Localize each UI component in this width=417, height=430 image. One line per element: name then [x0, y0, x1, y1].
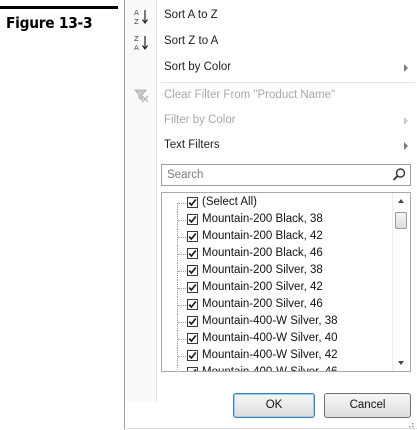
- search-box: [161, 164, 411, 186]
- sort-ascending-icon: A Z: [134, 9, 148, 26]
- tree-line: [178, 356, 186, 357]
- tree-line: [177, 203, 178, 212]
- list-item[interactable]: Mountain-200 Black, 46: [162, 246, 393, 263]
- checkmark-icon: [188, 215, 197, 224]
- checkmark-icon: [188, 334, 197, 343]
- tree-line: [178, 254, 186, 255]
- checkmark-icon: [188, 249, 197, 258]
- checkbox[interactable]: [187, 367, 198, 371]
- list-item[interactable]: Mountain-200 Silver, 38: [162, 263, 393, 280]
- list-item[interactable]: Mountain-400-W Silver, 40: [162, 331, 393, 348]
- list-item[interactable]: Mountain-200 Silver, 46: [162, 297, 393, 314]
- menu-item-label: Clear Filter From "Product Name": [164, 89, 336, 101]
- menu-bottom-border: [124, 428, 417, 429]
- checkmark-icon: [188, 266, 197, 275]
- resize-grip-icon[interactable]: [406, 420, 414, 428]
- tree-line: [178, 322, 186, 323]
- scroll-down-icon[interactable]: [398, 361, 404, 365]
- scroll-thumb[interactable]: [395, 212, 407, 229]
- checkbox[interactable]: [187, 197, 198, 208]
- magnifier-icon[interactable]: [391, 167, 407, 183]
- checkmark-icon: [188, 232, 197, 241]
- checkmark-icon: [188, 351, 197, 360]
- list-item-label: Mountain-200 Silver, 42: [202, 281, 323, 293]
- checkmark-icon: [188, 300, 197, 309]
- submenu-arrow-icon: [404, 64, 408, 72]
- list-item-label: Mountain-400-W Silver, 40: [202, 332, 338, 344]
- search-input[interactable]: [164, 166, 390, 184]
- sort-descending-icon: Z A: [134, 35, 148, 52]
- checkbox[interactable]: [187, 333, 198, 344]
- submenu-arrow-icon: [404, 117, 408, 125]
- list-item-label: Mountain-200 Silver, 38: [202, 264, 323, 276]
- menu-separator: [161, 82, 415, 83]
- list-item-label: Mountain-200 Black, 46: [202, 247, 323, 259]
- list-item[interactable]: Mountain-200 Black, 38: [162, 212, 393, 229]
- list-item-label: Mountain-400-W Silver, 42: [202, 349, 338, 361]
- checkbox[interactable]: [187, 282, 198, 293]
- tree-line: [177, 365, 178, 371]
- list-item-label: Mountain-200 Black, 42: [202, 230, 323, 242]
- svg-text:Z: Z: [134, 18, 139, 26]
- checkmark-icon: [188, 283, 197, 292]
- menu-icon-gutter: [125, 0, 157, 402]
- filter-value-list[interactable]: (Select All) Mountain-200 Black, 38 Mounta…: [161, 192, 411, 372]
- checkbox[interactable]: [187, 350, 198, 361]
- svg-text:A: A: [134, 44, 139, 52]
- figure-label: Figure 13-3: [6, 14, 93, 32]
- menu-item-sort-z-to-a[interactable]: Sort Z to A: [156, 30, 417, 54]
- ok-button[interactable]: OK: [233, 393, 315, 418]
- list-item[interactable]: Mountain-400-W Silver, 46: [162, 365, 393, 371]
- list-item-label: Mountain-400-W Silver, 38: [202, 315, 338, 327]
- menu-item-label: Sort by Color: [164, 61, 232, 73]
- checkbox[interactable]: [187, 214, 198, 225]
- tree-line: [178, 203, 186, 204]
- tree-line: [178, 237, 186, 238]
- list-item[interactable]: Mountain-400-W Silver, 42: [162, 348, 393, 365]
- menu-item-label: Text Filters: [164, 139, 220, 151]
- list-item[interactable]: Mountain-200 Black, 42: [162, 229, 393, 246]
- tree-line: [178, 288, 186, 289]
- submenu-arrow-icon: [404, 142, 408, 150]
- list-item[interactable]: Mountain-400-W Silver, 38: [162, 314, 393, 331]
- svg-text:Z: Z: [134, 35, 139, 43]
- menu-item-label: Sort A to Z: [164, 9, 218, 21]
- tree-line: [178, 339, 186, 340]
- checkmark-icon: [188, 198, 197, 207]
- list-item-label: (Select All): [202, 196, 257, 208]
- cancel-button[interactable]: Cancel: [324, 393, 411, 418]
- menu-item-label: Filter by Color: [164, 114, 236, 126]
- filter-value-rows: (Select All) Mountain-200 Black, 38 Mounta…: [162, 193, 393, 371]
- list-item-label: Mountain-200 Black, 38: [202, 213, 323, 225]
- scroll-up-icon[interactable]: [398, 199, 404, 203]
- checkbox[interactable]: [187, 316, 198, 327]
- tree-line: [178, 220, 186, 221]
- checkbox[interactable]: [187, 299, 198, 310]
- clear-filter-icon: [134, 89, 149, 103]
- menu-item-text-filters[interactable]: Text Filters: [156, 134, 417, 158]
- checkmark-icon: [193, 368, 197, 371]
- list-item-label: Mountain-200 Silver, 46: [202, 298, 323, 310]
- menu-item-label: Sort Z to A: [164, 35, 219, 47]
- tree-line: [178, 271, 186, 272]
- svg-text:A: A: [134, 9, 139, 17]
- list-item-label: Mountain-400-W Silver, 46: [202, 366, 338, 371]
- checkbox[interactable]: [187, 248, 198, 259]
- menu-item-clear-filter: Clear Filter From "Product Name": [156, 84, 417, 108]
- list-item-select-all[interactable]: (Select All): [162, 195, 393, 212]
- tree-line: [178, 305, 186, 306]
- checkbox[interactable]: [187, 231, 198, 242]
- menu-item-filter-by-color: Filter by Color: [156, 109, 417, 133]
- list-item[interactable]: Mountain-200 Silver, 42: [162, 280, 393, 297]
- vertical-scrollbar[interactable]: [392, 193, 410, 371]
- menu-item-sort-by-color[interactable]: Sort by Color: [156, 56, 417, 80]
- figure-rule: [0, 6, 118, 9]
- menu-item-sort-a-to-z[interactable]: Sort A to Z: [156, 4, 417, 28]
- checkmark-icon: [188, 317, 197, 326]
- checkbox[interactable]: [187, 265, 198, 276]
